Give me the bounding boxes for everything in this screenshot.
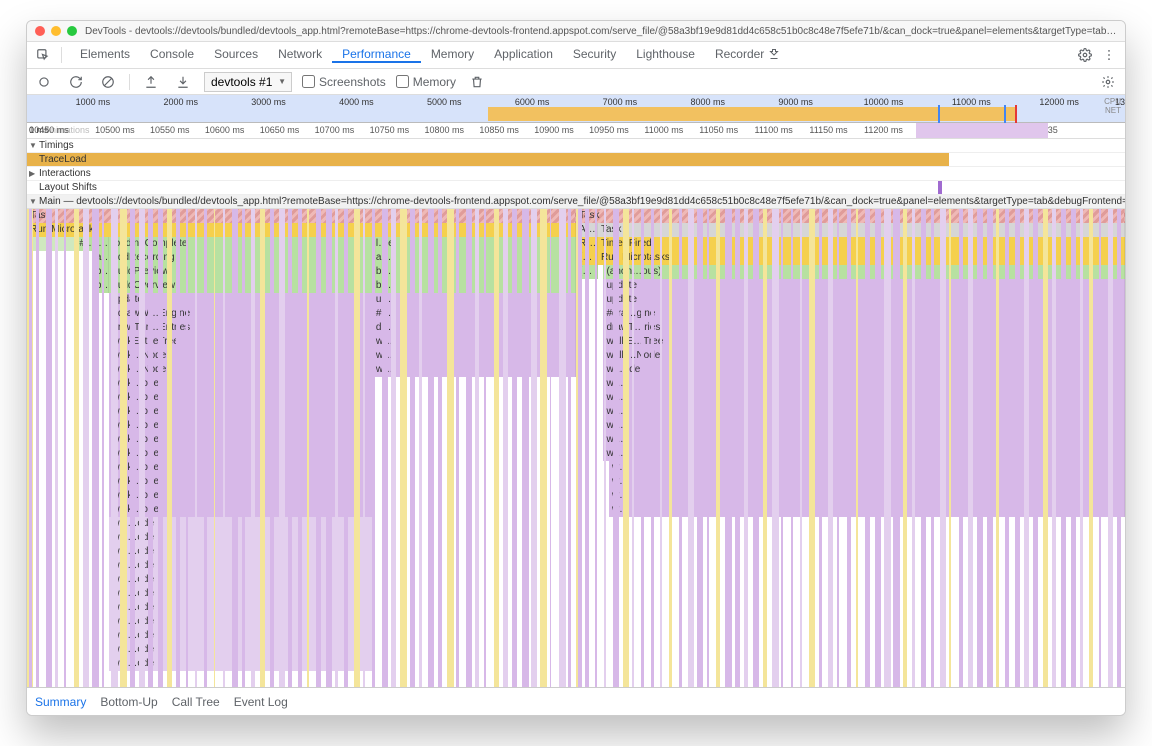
upper-tracks: ▼TimingsTraceLoad ▶InteractionsLayout Shi…: [27, 139, 1125, 195]
overview-tick: 12000 ms: [1039, 97, 1079, 107]
ruler-tick: 10600 ms: [205, 125, 245, 135]
tab-console[interactable]: Console: [140, 47, 204, 61]
zoom-window-icon[interactable]: [67, 26, 77, 36]
devtools-header: ElementsConsoleSourcesNetworkPerformance…: [27, 42, 1125, 69]
ruler-tick: 10700 ms: [315, 125, 355, 135]
target-select-wrap: devtools #1: [204, 72, 292, 92]
track-row-interactions[interactable]: ▶Interactions: [27, 167, 1125, 181]
tab-sources[interactable]: Sources: [204, 47, 268, 61]
overview-cpu-region: [488, 107, 1015, 121]
tab-elements[interactable]: Elements: [70, 47, 140, 61]
ruler-tick: 10750 ms: [370, 125, 410, 135]
screenshots-label: Screenshots: [319, 75, 386, 89]
overview-axis-labels: CPU NET: [1104, 97, 1121, 115]
ruler-tick: 11050 ms: [699, 125, 738, 135]
detail-tabs: Summary Bottom-Up Call Tree Event Log: [27, 687, 1125, 715]
devtools-window: DevTools - devtools://devtools/bundled/d…: [26, 20, 1126, 716]
footer-tab-call-tree[interactable]: Call Tree: [172, 695, 220, 709]
trash-icon[interactable]: [466, 71, 488, 93]
ruler-tick: 11150 ms: [809, 125, 847, 135]
track-label: Interactions: [27, 168, 91, 179]
settings-gear-icon[interactable]: [1075, 45, 1095, 65]
memory-label: Memory: [413, 75, 456, 89]
minimize-window-icon[interactable]: [51, 26, 61, 36]
overview-tick: 7000 ms: [603, 97, 638, 107]
overview-tick: 5000 ms: [427, 97, 462, 107]
track-bar[interactable]: [27, 153, 949, 166]
detail-ruler[interactable]: 0 ms Animations 10450 ms10500 ms10550 ms…: [27, 123, 1125, 139]
overview-tick: 9000 ms: [778, 97, 813, 107]
expand-icon[interactable]: ▼: [29, 197, 37, 206]
overview-tick: 10000 ms: [864, 97, 904, 107]
overview-tick: 3000 ms: [251, 97, 286, 107]
divider: [129, 74, 130, 90]
track-label: Timings: [27, 140, 74, 151]
footer-tab-summary[interactable]: Summary: [35, 695, 86, 709]
overview-track[interactable]: 1000 ms 2000 ms 3000 ms 4000 ms 5000 ms 6000 …: [27, 95, 1125, 123]
perf-toolbar: devtools #1 Screenshots Memory: [27, 69, 1125, 95]
overview-marker: [1015, 105, 1017, 123]
kebab-menu-icon[interactable]: [1099, 45, 1119, 65]
footer-tab-event-log[interactable]: Event Log: [234, 695, 288, 709]
ruler-tick: 10450 ms: [29, 125, 69, 135]
ruler-tick: 10500 ms: [95, 125, 135, 135]
ruler-highlight: [916, 123, 1048, 138]
tab-lighthouse[interactable]: Lighthouse: [626, 47, 705, 61]
tab-performance[interactable]: Performance: [332, 47, 421, 63]
tab-network[interactable]: Network: [268, 47, 332, 61]
tab-memory[interactable]: Memory: [421, 47, 484, 61]
overview-tick: 6000 ms: [515, 97, 550, 107]
footer-tab-bottom-up[interactable]: Bottom-Up: [100, 695, 157, 709]
record-button[interactable]: [33, 71, 55, 93]
upload-button[interactable]: [140, 71, 162, 93]
track-row-timings[interactable]: ▼Timings: [27, 139, 1125, 153]
close-window-icon[interactable]: [35, 26, 45, 36]
ruler-tick: 11200 ms: [864, 125, 903, 135]
overview-marker: [1004, 105, 1006, 123]
window-controls: [35, 26, 77, 36]
track-label: TraceLoad: [27, 154, 86, 165]
tab-application[interactable]: Application: [484, 47, 563, 61]
track-row-layout-shifts[interactable]: Layout Shifts: [27, 181, 1125, 195]
overview-tick: 11000 ms: [952, 97, 991, 107]
main-thread-label: Main — devtools://devtools/bundled/devto…: [39, 196, 1125, 207]
inspect-icon[interactable]: [33, 45, 53, 65]
track-row-traceload[interactable]: TraceLoad: [27, 153, 1125, 167]
window-title: DevTools - devtools://devtools/bundled/d…: [85, 26, 1117, 37]
flame-chart[interactable]: TaskRun Microtasks#r…sl…eloadingComplete…: [27, 209, 1125, 687]
memory-checkbox[interactable]: Memory: [396, 75, 456, 89]
ruler-tick: 10550 ms: [150, 125, 190, 135]
ruler-tick: 10850 ms: [479, 125, 519, 135]
ruler-tick: 11000 ms: [644, 125, 683, 135]
overview-tick: 4000 ms: [339, 97, 374, 107]
overview-tick: 8000 ms: [690, 97, 725, 107]
ruler-tick: 11100 ms: [755, 125, 793, 135]
target-select[interactable]: devtools #1: [204, 72, 292, 92]
divider: [61, 47, 62, 63]
download-button[interactable]: [172, 71, 194, 93]
track-label: Layout Shifts: [27, 182, 97, 193]
ruler-tick: 10950 ms: [589, 125, 629, 135]
reload-button[interactable]: [65, 71, 87, 93]
capture-settings-gear-icon[interactable]: [1097, 71, 1119, 93]
tab-security[interactable]: Security: [563, 47, 626, 61]
titlebar: DevTools - devtools://devtools/bundled/d…: [27, 21, 1125, 42]
ruler-tick: 10900 ms: [534, 125, 574, 135]
main-thread-header[interactable]: ▼ Main — devtools://devtools/bundled/dev…: [27, 195, 1125, 209]
overview-tick: 2000 ms: [163, 97, 198, 107]
layout-shift-marker[interactable]: [938, 181, 941, 194]
ruler-tick: 10650 ms: [260, 125, 300, 135]
ruler-tick: 10800 ms: [424, 125, 464, 135]
clear-button[interactable]: [97, 71, 119, 93]
overview-marker: [938, 105, 940, 123]
overview-tick: 1000 ms: [76, 97, 111, 107]
tab-recorder[interactable]: Recorder: [705, 47, 790, 61]
screenshots-checkbox[interactable]: Screenshots: [302, 75, 386, 89]
